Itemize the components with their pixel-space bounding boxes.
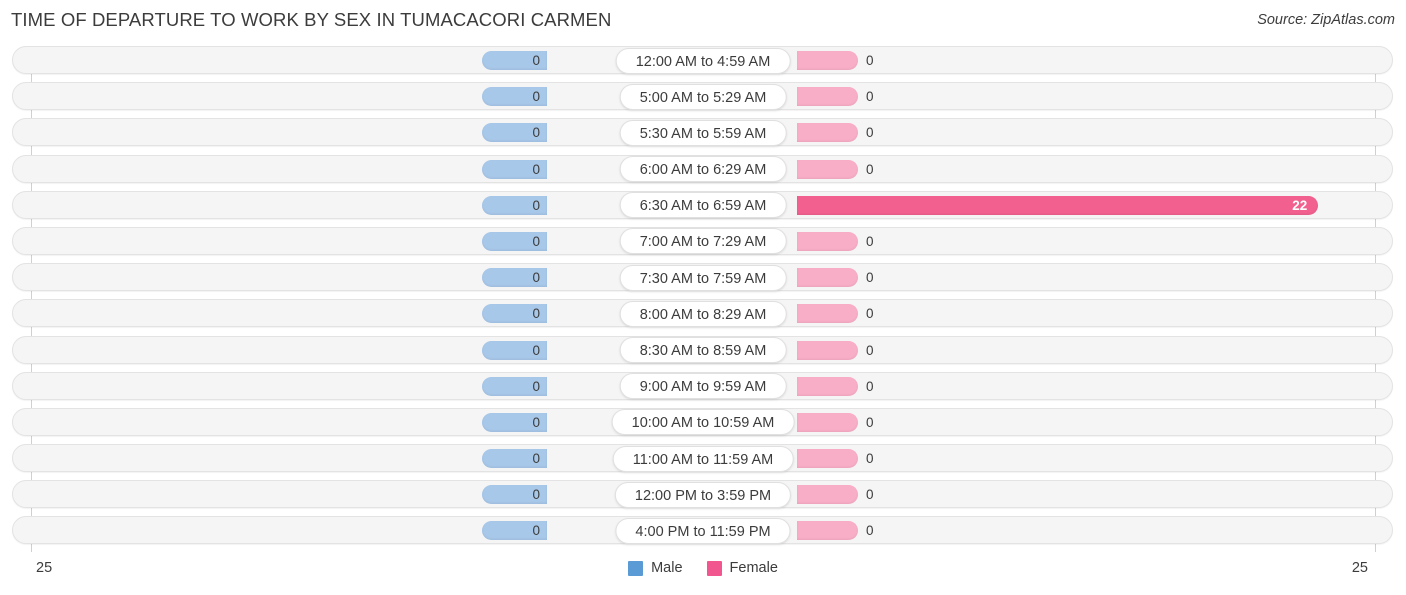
value-label-male: 0 — [532, 414, 540, 430]
row-category-label: 12:00 AM to 4:59 AM — [615, 47, 791, 74]
bar-female — [797, 231, 858, 251]
chart-rows: 0 0 12:00 AM to 4:59 AM 0 0 5:00 AM to 5:29 A… — [0, 42, 1406, 549]
chart-row: 0 0 11:00 AM to 11:59 AM — [0, 440, 1406, 476]
value-label-male: 0 — [532, 125, 540, 141]
bar-female — [797, 87, 858, 107]
row-category-label: 10:00 AM to 10:59 AM — [611, 409, 795, 436]
bar-female — [797, 376, 858, 396]
row-category-label: 6:00 AM to 6:29 AM — [619, 156, 787, 183]
bar-female — [797, 412, 858, 432]
bar-female — [797, 123, 858, 143]
row-category-label: 6:30 AM to 6:59 AM — [619, 192, 787, 219]
chart-row: 0 0 8:00 AM to 8:29 AM — [0, 295, 1406, 331]
chart-row: 0 0 5:00 AM to 5:29 AM — [0, 78, 1406, 114]
row-category-label: 5:00 AM to 5:29 AM — [619, 83, 787, 110]
bar-female — [797, 159, 858, 179]
value-label-male: 0 — [532, 53, 540, 68]
chart-row: 0 0 6:00 AM to 6:29 AM — [0, 151, 1406, 187]
value-label-female: 0 — [866, 89, 874, 105]
value-label-female: 0 — [866, 523, 874, 539]
bar-female: 22 — [797, 195, 1319, 215]
legend-swatch-male-icon — [628, 560, 644, 576]
bar-female — [797, 304, 858, 324]
value-label-male: 0 — [532, 342, 540, 358]
chart-row: 0 0 10:00 AM to 10:59 AM — [0, 404, 1406, 440]
bar-female — [797, 51, 858, 70]
chart-row: 0 0 5:30 AM to 5:59 AM — [0, 114, 1406, 150]
row-category-label: 4:00 PM to 11:59 PM — [615, 517, 791, 544]
legend-swatch-female-icon — [706, 560, 722, 576]
value-label-female: 0 — [866, 161, 874, 177]
value-label-male: 0 — [532, 89, 540, 105]
row-category-label: 5:30 AM to 5:59 AM — [619, 119, 787, 146]
value-label-male: 0 — [532, 161, 540, 177]
row-category-label: 12:00 PM to 3:59 PM — [614, 481, 792, 508]
value-label-female: 0 — [866, 414, 874, 430]
value-label-female: 0 — [866, 53, 874, 68]
value-label-female: 0 — [866, 378, 874, 394]
chart-row: 0 0 8:30 AM to 8:59 AM — [0, 332, 1406, 368]
page-title: TIME OF DEPARTURE TO WORK BY SEX IN TUMA… — [11, 9, 612, 30]
source-attribution: Source: ZipAtlas.com — [1257, 12, 1395, 28]
row-category-label: 8:00 AM to 8:29 AM — [619, 300, 787, 327]
legend-label-female: Female — [729, 560, 778, 576]
legend-item-female[interactable]: Female — [706, 560, 778, 576]
value-label-female: 0 — [866, 487, 874, 503]
value-label-male: 0 — [532, 197, 540, 213]
value-label-female: 0 — [866, 125, 874, 141]
row-category-label: 7:30 AM to 7:59 AM — [619, 264, 787, 291]
value-label-male: 0 — [532, 306, 540, 322]
bar-female — [797, 340, 858, 360]
value-label-male: 0 — [532, 523, 540, 539]
chart-legend: Male Female — [0, 560, 1406, 576]
chart-footer: 25 25 Male Female — [0, 553, 1406, 595]
bidirectional-bar-chart: 0 0 12:00 AM to 4:59 AM 0 0 5:00 AM to 5:29 A… — [0, 42, 1406, 553]
value-label-male: 0 — [532, 451, 540, 467]
row-category-label: 7:00 AM to 7:29 AM — [619, 228, 787, 255]
row-category-label: 9:00 AM to 9:59 AM — [619, 373, 787, 400]
chart-row: 22 0 6:30 AM to 6:59 AM — [0, 187, 1406, 223]
chart-row: 0 0 7:30 AM to 7:59 AM — [0, 259, 1406, 295]
value-label-female: 0 — [866, 451, 874, 467]
bar-female — [797, 521, 858, 541]
value-label-female: 0 — [866, 306, 874, 322]
chart-row: 0 0 12:00 AM to 4:59 AM — [0, 42, 1406, 78]
bar-female — [797, 485, 858, 505]
bar-value-female: 22 — [1292, 197, 1308, 213]
row-category-label: 11:00 AM to 11:59 AM — [612, 445, 794, 472]
chart-row: 0 0 7:00 AM to 7:29 AM — [0, 223, 1406, 259]
chart-row: 0 0 12:00 PM to 3:59 PM — [0, 476, 1406, 512]
value-label-male: 0 — [532, 378, 540, 394]
legend-item-male[interactable]: Male — [628, 560, 683, 576]
legend-label-male: Male — [651, 560, 683, 576]
value-label-female: 0 — [866, 233, 874, 249]
value-label-female: 0 — [866, 342, 874, 358]
bar-female — [797, 449, 858, 469]
row-category-label: 8:30 AM to 8:59 AM — [619, 337, 787, 363]
chart-row: 0 0 4:00 PM to 11:59 PM — [0, 512, 1406, 548]
bar-female — [797, 268, 858, 288]
chart-header: TIME OF DEPARTURE TO WORK BY SEX IN TUMA… — [0, 0, 1406, 42]
value-label-male: 0 — [532, 233, 540, 249]
value-label-male: 0 — [532, 270, 540, 286]
value-label-male: 0 — [532, 487, 540, 503]
value-label-female: 0 — [866, 270, 874, 286]
chart-row: 0 0 9:00 AM to 9:59 AM — [0, 368, 1406, 404]
